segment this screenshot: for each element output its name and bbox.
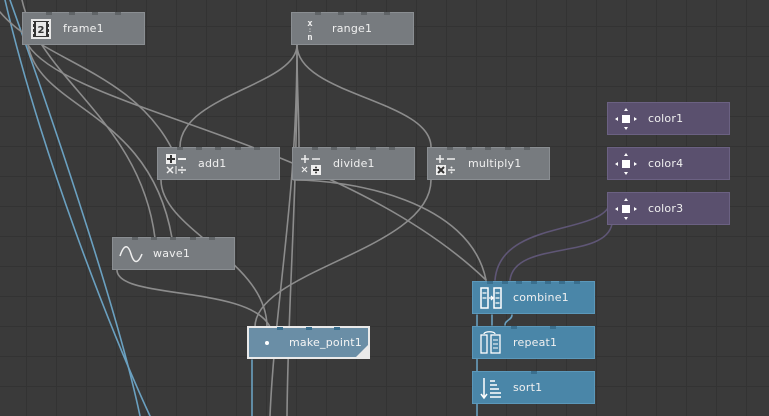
node-label: wave1 [153,247,191,260]
wire [27,44,173,239]
divide-icon [301,154,321,175]
node-label: add1 [198,157,227,170]
divide1-node[interactable]: divide1 [292,147,415,180]
multiply1-node[interactable]: multiply1 [427,147,550,180]
node-label: divide1 [333,157,375,170]
point-icon [265,340,269,345]
color-icon [615,197,637,220]
node-label: frame1 [63,22,104,35]
node-label: combine1 [513,291,569,304]
make-point1-node[interactable]: make_point1 [247,326,370,359]
repeat-icon [480,330,501,354]
combine-icon [480,286,502,309]
color1-node[interactable]: color1 [607,102,730,135]
svg-text:2: 2 [38,25,45,36]
wire [504,314,513,326]
frame-icon: 2 [31,18,51,39]
wave1-node[interactable]: wave1 [112,237,235,270]
multiply-icon [436,154,455,175]
add1-node[interactable]: add1 [157,147,280,180]
repeat1-node[interactable]: repeat1 [472,326,595,359]
wire [293,179,487,281]
node-label: color1 [648,112,684,125]
node-label: sort1 [513,381,543,394]
wave-icon [119,245,143,262]
range1-node[interactable]: x : n range1 [291,12,414,45]
node-label: color4 [648,157,684,170]
node-label: multiply1 [468,157,522,170]
color3-node[interactable]: color3 [607,192,730,225]
node-label: repeat1 [513,336,558,349]
render-flag [356,345,368,357]
wire [296,44,432,148]
wire [254,179,432,328]
sort-icon [480,377,501,399]
wire [4,0,151,416]
add-icon [166,153,186,174]
svg-text:n: n [307,33,312,41]
sort1-node[interactable]: sort1 [472,371,595,404]
node-label: color3 [648,202,684,215]
wire [179,44,298,148]
frame1-node[interactable]: 2 frame1 [22,12,145,45]
range-icon: x : n [307,19,313,41]
wire [509,223,613,281]
color-icon [615,107,637,130]
combine1-node[interactable]: combine1 [472,281,595,314]
node-label: range1 [332,22,373,35]
color-icon [615,152,637,175]
color4-node[interactable]: color4 [607,147,730,180]
node-label: make_point1 [289,336,362,349]
